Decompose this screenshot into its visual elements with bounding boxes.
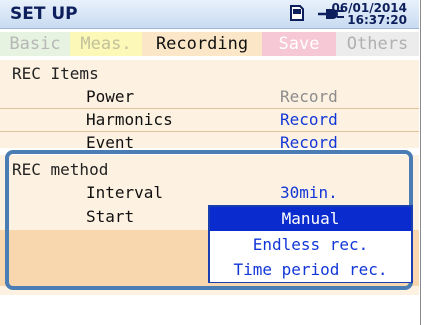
tab-save[interactable]: Save [262,32,336,56]
screen-title: SET UP [10,4,78,24]
start-label: Start [86,207,135,226]
power-label: Power [86,87,135,106]
start-option-endless[interactable]: Endless rec. [210,233,411,257]
clock-time: 16:37:20 [347,13,407,27]
divider [0,131,419,132]
harmonics-label: Harmonics [86,110,173,129]
event-value[interactable]: Record [280,133,338,152]
title-bar: SET UP 06/01/2014 16:37:20 [0,0,419,29]
divider [0,108,419,109]
tab-others[interactable]: Others [336,32,419,56]
event-label: Event [86,133,135,152]
harmonics-value[interactable]: Record [280,110,338,129]
rec-items-section: REC Items Power Record Harmonics Record … [0,60,419,152]
interval-label: Interval [86,183,164,202]
rec-items-header: REC Items [12,64,99,83]
memory-card-icon [290,5,304,21]
setup-screen: SET UP 06/01/2014 16:37:20 Basic Meas. R… [0,0,421,325]
tab-basic[interactable]: Basic [0,32,70,56]
start-option-manual[interactable]: Manual [210,207,411,231]
start-option-time-period[interactable]: Time period rec. [210,258,411,282]
interval-value[interactable]: 30min. [280,183,338,202]
rec-method-header: REC method [12,160,109,179]
tab-recording[interactable]: Recording [142,32,262,56]
tab-meas[interactable]: Meas. [70,32,142,56]
power-value: Record [280,87,338,106]
start-dropdown-menu[interactable]: Manual Endless rec. Time period rec. [208,205,413,283]
tab-bar: Basic Meas. Recording Save Others [0,32,419,56]
